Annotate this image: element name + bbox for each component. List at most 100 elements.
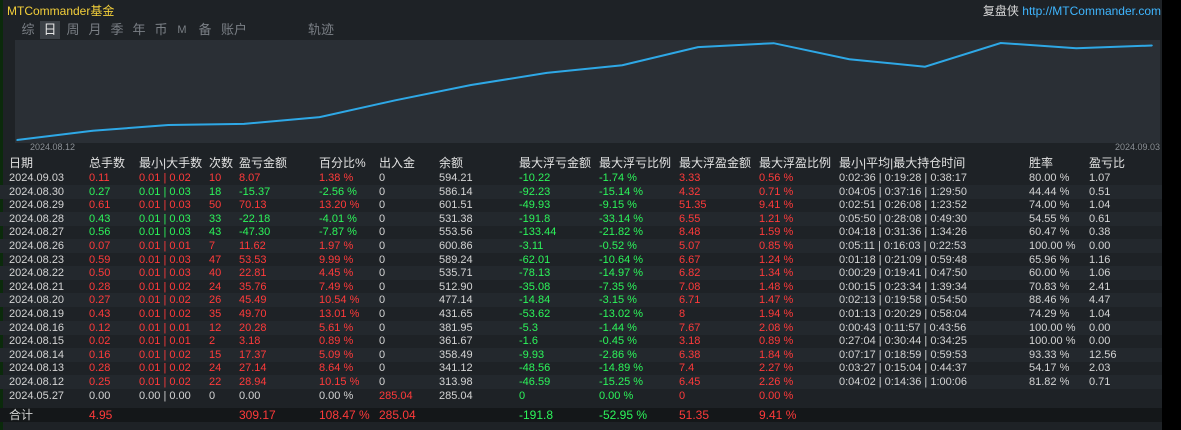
table-cell: 285.04	[379, 389, 413, 402]
table-cell: 6.38	[679, 348, 701, 361]
table-cell: 0.59	[89, 253, 111, 266]
chart-start-date: 2024.08.12	[30, 142, 76, 152]
table-cell: 0.00	[239, 389, 261, 402]
tab-2[interactable]: 周	[63, 21, 83, 39]
balance-point	[924, 65, 926, 68]
total-cell: 309.17	[239, 408, 276, 422]
table-cell: 0.00 %	[319, 389, 354, 402]
table-cell: 0	[379, 240, 386, 252]
table-row[interactable]: 2024.08.27 0.56 0.01 | 0.03 43 -47.30 -7.87 %…	[0, 225, 1162, 239]
table-cell: 2024.08.19	[9, 308, 65, 320]
table-cell: 0.38	[1089, 226, 1111, 239]
table-cell: 12.56	[1089, 348, 1117, 361]
table-cell: 0:03:27 | 0:15:04 | 0:44:37	[839, 362, 968, 375]
tab-9[interactable]: 账户	[219, 21, 249, 39]
tab-1[interactable]: 日	[40, 21, 60, 39]
table-cell: 0.01 | 0.01	[139, 321, 191, 334]
table-cell: 40	[209, 267, 222, 280]
table-cell: 7.49 %	[319, 280, 354, 293]
table-cell: 0.00 %	[599, 389, 634, 402]
table-cell: 6.55	[679, 212, 701, 225]
table-cell: -49.93	[519, 199, 551, 212]
table-cell: 100.00 %	[1029, 240, 1076, 252]
table-cell: 512.90	[439, 280, 473, 293]
table-cell: -15.14 %	[599, 185, 644, 198]
table-row[interactable]: 2024.08.14 0.16 0.01 | 0.02 15 17.37 5.09 % 0 3…	[0, 347, 1162, 362]
website-link[interactable]: http://MTCommander.com	[1022, 4, 1161, 18]
table-row[interactable]: 2024.08.29 0.61 0.01 | 0.03 50 70.13 13.20 % 0…	[0, 198, 1162, 212]
table-row[interactable]: 2024.08.20 0.27 0.01 | 0.02 26 45.49 10.54 % 0…	[0, 293, 1162, 308]
table-cell: -7.35 %	[599, 280, 637, 293]
table-cell: 22.81	[239, 267, 267, 280]
table-cell: 0.71	[1089, 376, 1111, 388]
table-cell: 0	[379, 362, 386, 375]
table-cell: 6.67	[679, 253, 701, 266]
tab-8[interactable]: 备	[195, 21, 215, 39]
table-row[interactable]: 2024.08.22 0.50 0.01 | 0.03 40 22.81 4.45 % 0 5…	[0, 266, 1162, 281]
table-cell: -53.62	[519, 308, 551, 320]
table-cell: 0.61	[1089, 212, 1111, 225]
table-cell: 0.07	[89, 240, 111, 252]
table-cell: -3.15 %	[599, 294, 637, 307]
tab-4[interactable]: 季	[107, 21, 127, 39]
table-cell: 65.96 %	[1029, 253, 1070, 266]
table-row[interactable]: 2024.08.30 0.27 0.01 | 0.03 18 -15.37 -2.56 %…	[0, 184, 1162, 199]
table-cell: 0.01 | 0.03	[139, 253, 191, 266]
table-row[interactable]: 2024.08.13 0.28 0.01 | 0.02 24 27.14 8.64 % 0 3…	[0, 361, 1162, 375]
table-cell: 43	[209, 226, 222, 239]
column-header: 最小|大手数	[139, 156, 203, 170]
table-cell: -22.18	[239, 212, 271, 225]
table-row[interactable]: 2024.08.23 0.59 0.01 | 0.03 47 53.53 9.99 % 0 5…	[0, 253, 1162, 267]
table-cell: -1.74 %	[599, 172, 637, 184]
table-cell: 27.14	[239, 362, 267, 375]
table-row[interactable]: 2024.08.16 0.12 0.01 | 0.01 12 20.28 5.61 % 0 3…	[0, 320, 1162, 335]
table-cell: 49.70	[239, 308, 267, 320]
table-row[interactable]: 2024.08.21 0.28 0.01 | 0.02 24 35.76 7.49 % 0 5…	[0, 280, 1162, 294]
table-cell: 35.76	[239, 280, 267, 293]
table-cell: 9.99 %	[319, 253, 354, 266]
table-cell: 13.20 %	[319, 199, 360, 212]
tab-7[interactable]: M	[174, 21, 190, 39]
table-cell: 313.98	[439, 376, 473, 388]
tab-5[interactable]: 年	[129, 21, 149, 39]
table-cell: -14.97 %	[599, 267, 644, 280]
column-header: 最大浮盈金额	[679, 156, 752, 170]
table-cell: 600.86	[439, 240, 473, 252]
tab-3[interactable]: 月	[85, 21, 105, 39]
table-cell: 0.01 | 0.02	[139, 172, 191, 184]
table-cell: 0.01 | 0.03	[139, 199, 191, 212]
table-cell: 0.16	[89, 348, 111, 361]
table-cell: -35.08	[519, 280, 551, 293]
balance-point	[16, 139, 18, 141]
tab-0[interactable]: 综	[18, 21, 38, 39]
table-cell: 0.56 %	[759, 172, 794, 184]
column-header: 次数	[209, 156, 234, 170]
balance-point	[167, 124, 170, 126]
table-cell: 0:01:18 | 0:21:09 | 0:59:48	[839, 253, 968, 266]
table-row[interactable]: 2024.08.12 0.25 0.01 | 0.02 22 28.94 10.15 % 0…	[0, 375, 1162, 389]
table-row[interactable]: 2024.08.28 0.43 0.01 | 0.03 33 -22.18 -4.01 %…	[0, 211, 1162, 226]
table-cell: 594.21	[439, 172, 473, 184]
total-cell: -191.8	[519, 408, 554, 422]
table-cell: 0	[379, 308, 386, 320]
table-row[interactable]: 2024.05.27 0.00 0.00 | 0.00 0 0.00 0.00 % 285.…	[0, 389, 1162, 403]
table-cell: 5.09 %	[319, 348, 354, 361]
table-cell: -7.87 %	[319, 226, 357, 239]
table-row[interactable]: 2024.08.19 0.43 0.01 | 0.02 35 49.70 13.01 % 0…	[0, 307, 1162, 321]
tab-6[interactable]: 币	[151, 21, 171, 39]
table-cell: 20.28	[239, 321, 267, 334]
table-cell: 0:00:15 | 0:23:34 | 1:39:34	[839, 280, 968, 293]
tab-10[interactable]: 轨迹	[306, 21, 336, 39]
table-cell: 0:04:18 | 0:31:36 | 1:34:26	[839, 226, 968, 239]
table-cell: 0.01 | 0.03	[139, 212, 191, 225]
table-row[interactable]: 2024.08.26 0.07 0.01 | 0.01 7 11.62 1.97 % 0 60…	[0, 239, 1162, 253]
table-cell: 24	[209, 280, 222, 293]
table-cell: -0.52 %	[599, 240, 637, 252]
balance-point	[470, 84, 472, 86]
table-cell: 81.82 %	[1029, 376, 1070, 388]
table-row[interactable]: 2024.08.15 0.02 0.01 | 0.01 2 3.18 0.89 % 0 361…	[0, 334, 1162, 348]
table-row[interactable]: 2024.09.03 0.11 0.01 | 0.02 10 8.07 1.38 % 0 59…	[0, 171, 1162, 185]
table-cell: 0.43	[89, 308, 111, 320]
table-cell: 0.11	[89, 172, 110, 184]
balance-point	[1075, 47, 1078, 49]
